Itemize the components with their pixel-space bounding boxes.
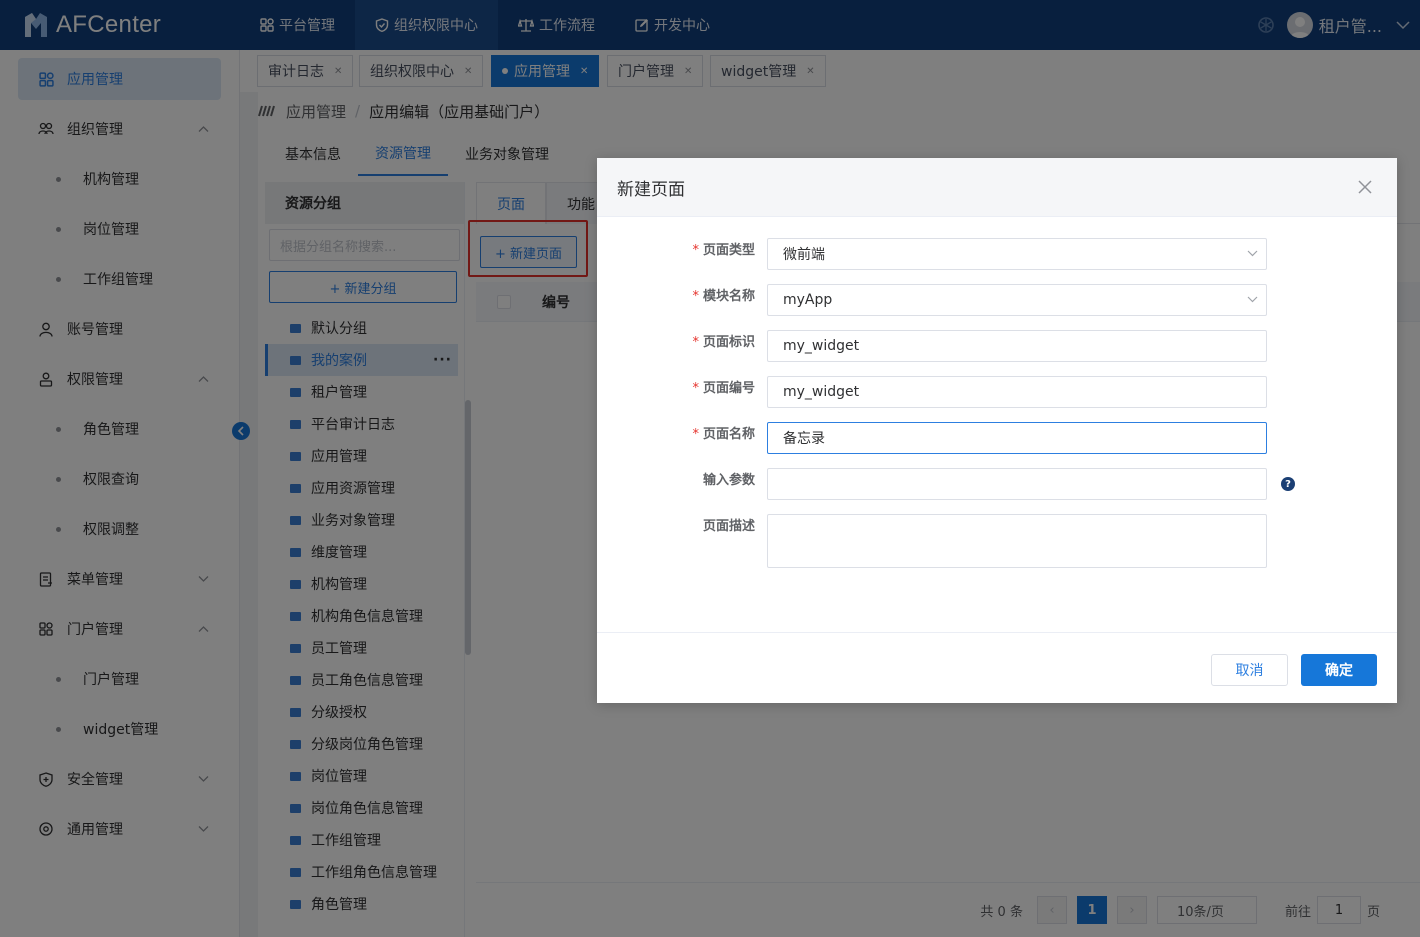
form-row-page-code: * 页面编号 my_widget	[597, 376, 1397, 408]
field-label: 输入参数	[702, 473, 755, 488]
form-row-page-type: * 页面类型 微前端	[597, 238, 1397, 270]
chevron-down-icon	[1247, 250, 1258, 257]
dialog-title: 新建页面	[597, 158, 1397, 217]
page-code-input[interactable]: my_widget	[767, 376, 1267, 408]
new-page-dialog: 新建页面 * 页面类型 微前端 * 模块名称 myApp * 页面标识 my_widg…	[597, 158, 1397, 703]
field-label: 页面描述	[702, 519, 755, 534]
form-row-page-name: * 页面名称 备忘录	[597, 422, 1397, 454]
required-mark: *	[692, 289, 699, 304]
select-value: 微前端	[783, 247, 825, 263]
form-row-page-id: * 页面标识 my_widget	[597, 330, 1397, 362]
field-label: * 模块名称	[692, 284, 755, 316]
select-value: myApp	[783, 292, 833, 308]
form-row-input-params: 输入参数 ?	[597, 468, 1397, 500]
field-label-text: 页面编号	[702, 381, 755, 396]
cancel-button[interactable]: 取消	[1211, 654, 1288, 686]
chevron-down-icon	[1247, 296, 1258, 303]
field-label-text: 页面标识	[702, 335, 755, 350]
dialog-footer: 取消 确定	[597, 632, 1397, 703]
field-label-text: 页面名称	[702, 427, 755, 442]
field-label: * 页面类型	[692, 238, 755, 270]
page-desc-textarea[interactable]	[767, 514, 1267, 568]
field-label: * 页面编号	[692, 376, 755, 408]
form-row-module-name: * 模块名称 myApp	[597, 284, 1397, 316]
help-icon[interactable]: ?	[1281, 477, 1295, 491]
page-type-select[interactable]: 微前端	[767, 238, 1267, 270]
module-name-select[interactable]: myApp	[767, 284, 1267, 316]
required-mark: *	[692, 243, 699, 258]
confirm-button[interactable]: 确定	[1301, 654, 1377, 686]
page-name-input[interactable]: 备忘录	[767, 422, 1267, 454]
field-label: * 页面名称	[692, 422, 755, 454]
required-mark: *	[692, 427, 699, 442]
input-params-input[interactable]	[767, 468, 1267, 500]
page-id-input[interactable]: my_widget	[767, 330, 1267, 362]
required-mark: *	[692, 335, 699, 350]
required-mark: *	[692, 381, 699, 396]
field-label-text: 模块名称	[702, 289, 755, 304]
field-label-text: 页面类型	[702, 243, 755, 258]
form-row-page-desc: 页面描述	[597, 514, 1397, 568]
close-icon[interactable]	[1355, 177, 1375, 197]
field-label: * 页面标识	[692, 330, 755, 362]
